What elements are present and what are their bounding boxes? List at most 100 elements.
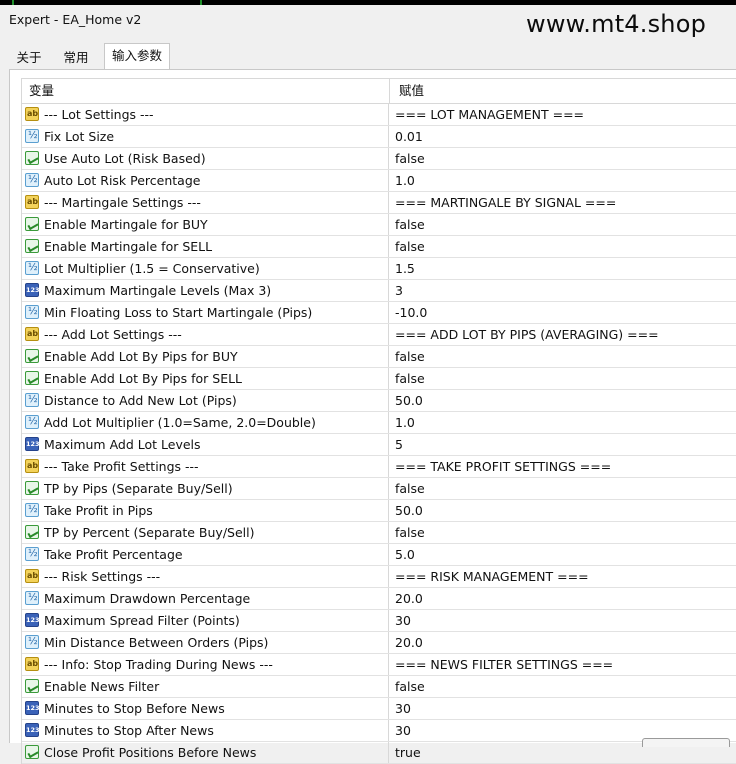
value-cell[interactable]: 1.0 [395, 412, 415, 433]
table-row[interactable]: Maximum Drawdown Percentage 20.0 [22, 588, 736, 610]
table-row[interactable]: Enable Martingale for BUY false [22, 214, 736, 236]
value-cell[interactable]: false [395, 236, 425, 257]
value-cell[interactable]: 20.0 [395, 632, 423, 653]
value-cell[interactable]: false [395, 346, 425, 367]
table-row[interactable]: Close Profit Positions Before News true [22, 742, 736, 764]
string-icon [25, 657, 39, 671]
value-cell[interactable]: 50.0 [395, 500, 423, 521]
value-cell[interactable]: === TAKE PROFIT SETTINGS === [395, 456, 611, 477]
column-divider[interactable] [389, 79, 390, 103]
value-cell[interactable]: 50.0 [395, 390, 423, 411]
variable-cell[interactable]: Take Profit Percentage [22, 544, 389, 565]
value-cell[interactable]: false [395, 478, 425, 499]
table-row[interactable]: --- Take Profit Settings --- === TAKE PRO… [22, 456, 736, 478]
variable-cell[interactable]: Enable Add Lot By Pips for SELL [22, 368, 389, 389]
table-row[interactable]: --- Info: Stop Trading During News --- ==… [22, 654, 736, 676]
variable-cell[interactable]: --- Add Lot Settings --- [22, 324, 389, 345]
table-row[interactable]: Distance to Add New Lot (Pips) 50.0 [22, 390, 736, 412]
string-icon [25, 327, 39, 341]
table-row[interactable]: Take Profit in Pips 50.0 [22, 500, 736, 522]
variable-cell[interactable]: Lot Multiplier (1.5 = Conservative) [22, 258, 389, 279]
value-cell[interactable]: 1.0 [395, 170, 415, 191]
value-cell[interactable]: false [395, 214, 425, 235]
table-row[interactable]: Maximum Add Lot Levels 5 [22, 434, 736, 456]
tab-about[interactable]: 关于 [10, 47, 48, 69]
table-row[interactable]: --- Risk Settings --- === RISK MANAGEMENT… [22, 566, 736, 588]
value-cell[interactable]: true [395, 742, 421, 763]
variable-cell[interactable]: Min Distance Between Orders (Pips) [22, 632, 389, 653]
value-cell[interactable]: === NEWS FILTER SETTINGS === [395, 654, 613, 675]
table-row[interactable]: Enable News Filter false [22, 676, 736, 698]
table-row[interactable]: --- Add Lot Settings --- === ADD LOT BY P… [22, 324, 736, 346]
value-cell[interactable]: 5 [395, 434, 403, 455]
table-row[interactable]: --- Martingale Settings --- === MARTINGAL… [22, 192, 736, 214]
tab-common[interactable]: 常用 [56, 47, 96, 69]
variable-cell[interactable]: Add Lot Multiplier (1.0=Same, 2.0=Double… [22, 412, 389, 433]
table-row[interactable]: Min Distance Between Orders (Pips) 20.0 [22, 632, 736, 654]
variable-cell[interactable]: Enable Add Lot By Pips for BUY [22, 346, 389, 367]
value-cell[interactable]: === RISK MANAGEMENT === [395, 566, 589, 587]
value-cell[interactable]: 30 [395, 610, 411, 631]
variable-cell[interactable]: Maximum Martingale Levels (Max 3) [22, 280, 389, 301]
variable-cell[interactable]: Maximum Spread Filter (Points) [22, 610, 389, 631]
variable-cell[interactable]: Maximum Add Lot Levels [22, 434, 389, 455]
value-cell[interactable]: 0.01 [395, 126, 423, 147]
variable-cell[interactable]: Use Auto Lot (Risk Based) [22, 148, 389, 169]
variable-name: Maximum Add Lot Levels [44, 437, 201, 452]
value-cell[interactable]: -10.0 [395, 302, 427, 323]
table-row[interactable]: Min Floating Loss to Start Martingale (P… [22, 302, 736, 324]
table-row[interactable]: --- Lot Settings --- === LOT MANAGEMENT =… [22, 104, 736, 126]
variable-cell[interactable]: TP by Pips (Separate Buy/Sell) [22, 478, 389, 499]
table-row[interactable]: Fix Lot Size 0.01 [22, 126, 736, 148]
value-cell[interactable]: 30 [395, 698, 411, 719]
value-cell[interactable]: 1.5 [395, 258, 415, 279]
value-cell[interactable]: === LOT MANAGEMENT === [395, 104, 584, 125]
value-cell[interactable]: 5.0 [395, 544, 415, 565]
variable-cell[interactable]: --- Risk Settings --- [22, 566, 389, 587]
table-row[interactable]: Add Lot Multiplier (1.0=Same, 2.0=Double… [22, 412, 736, 434]
value-cell[interactable]: 30 [395, 720, 411, 741]
table-row[interactable]: TP by Pips (Separate Buy/Sell) false [22, 478, 736, 500]
variable-cell[interactable]: --- Take Profit Settings --- [22, 456, 389, 477]
value-cell[interactable]: 3 [395, 280, 403, 301]
variable-cell[interactable]: Take Profit in Pips [22, 500, 389, 521]
variable-cell[interactable]: Maximum Drawdown Percentage [22, 588, 389, 609]
table-row[interactable]: Take Profit Percentage 5.0 [22, 544, 736, 566]
variable-cell[interactable]: Min Floating Loss to Start Martingale (P… [22, 302, 389, 323]
value-cell[interactable]: false [395, 368, 425, 389]
variable-cell[interactable]: Close Profit Positions Before News [22, 742, 389, 763]
value-cell[interactable]: false [395, 148, 425, 169]
variable-cell[interactable]: TP by Percent (Separate Buy/Sell) [22, 522, 389, 543]
table-row[interactable]: Enable Martingale for SELL false [22, 236, 736, 258]
table-row[interactable]: Maximum Martingale Levels (Max 3) 3 [22, 280, 736, 302]
variable-cell[interactable]: Minutes to Stop After News [22, 720, 389, 741]
table-row[interactable]: Minutes to Stop Before News 30 [22, 698, 736, 720]
double-icon [25, 547, 39, 561]
value-cell[interactable]: false [395, 676, 425, 697]
table-row[interactable]: Enable Add Lot By Pips for SELL false [22, 368, 736, 390]
variable-cell[interactable]: Distance to Add New Lot (Pips) [22, 390, 389, 411]
table-row[interactable]: Use Auto Lot (Risk Based) false [22, 148, 736, 170]
variable-cell[interactable]: --- Lot Settings --- [22, 104, 389, 125]
variable-cell[interactable]: Auto Lot Risk Percentage [22, 170, 389, 191]
table-row[interactable]: TP by Percent (Separate Buy/Sell) false [22, 522, 736, 544]
variable-cell[interactable]: --- Info: Stop Trading During News --- [22, 654, 389, 675]
table-row[interactable]: Auto Lot Risk Percentage 1.0 [22, 170, 736, 192]
variable-cell[interactable]: Enable Martingale for BUY [22, 214, 389, 235]
tab-inputs[interactable]: 输入参数 [104, 43, 170, 69]
variable-cell[interactable]: Enable Martingale for SELL [22, 236, 389, 257]
variable-cell[interactable]: --- Martingale Settings --- [22, 192, 389, 213]
value-cell[interactable]: 20.0 [395, 588, 423, 609]
value-cell[interactable]: === MARTINGALE BY SIGNAL === [395, 192, 616, 213]
value-cell[interactable]: === ADD LOT BY PIPS (AVERAGING) === [395, 324, 659, 345]
column-header-variable[interactable]: 变量 [29, 79, 54, 103]
table-row[interactable]: Minutes to Stop After News 30 [22, 720, 736, 742]
variable-cell[interactable]: Enable News Filter [22, 676, 389, 697]
column-header-value[interactable]: 赋值 [399, 79, 424, 103]
value-cell[interactable]: false [395, 522, 425, 543]
table-row[interactable]: Enable Add Lot By Pips for BUY false [22, 346, 736, 368]
variable-cell[interactable]: Fix Lot Size [22, 126, 389, 147]
table-row[interactable]: Maximum Spread Filter (Points) 30 [22, 610, 736, 632]
variable-cell[interactable]: Minutes to Stop Before News [22, 698, 389, 719]
table-row[interactable]: Lot Multiplier (1.5 = Conservative) 1.5 [22, 258, 736, 280]
